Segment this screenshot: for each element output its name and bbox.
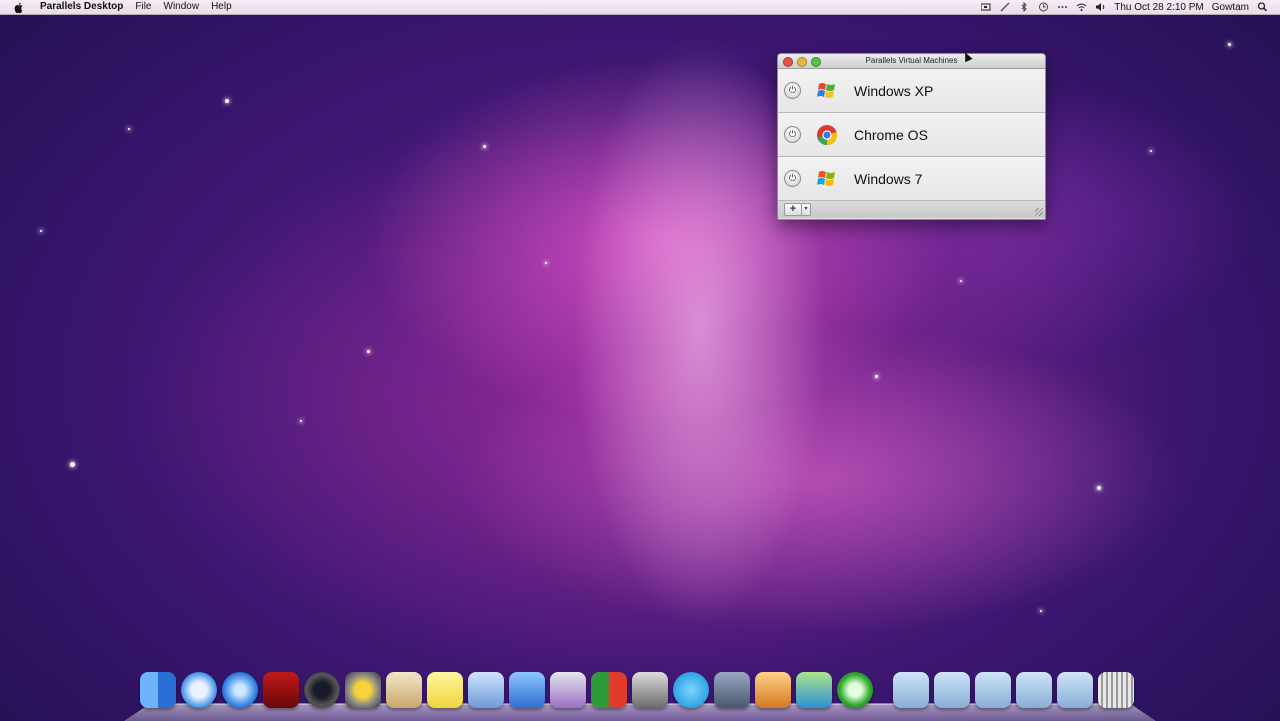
star: [367, 350, 370, 353]
volume-icon[interactable]: [1095, 2, 1106, 12]
windows-7-icon: [817, 170, 835, 186]
documents-folder-icon[interactable]: [975, 672, 1011, 708]
power-icon[interactable]: ⏻: [784, 170, 801, 187]
star: [875, 375, 878, 378]
window-menu[interactable]: Window: [158, 0, 206, 14]
menu-bar: Parallels Desktop File Window Help Thu O…: [0, 0, 1280, 15]
add-vm-menu-button[interactable]: ▾: [802, 203, 811, 216]
vm-row-chrome-os[interactable]: ⏻ Chrome OS: [778, 113, 1045, 157]
star: [960, 280, 962, 282]
star: [300, 420, 302, 422]
skype-icon[interactable]: [673, 672, 709, 708]
itunes-icon[interactable]: [222, 672, 258, 708]
zoom-button[interactable]: [811, 57, 821, 67]
vm-name: Windows XP: [854, 82, 934, 99]
star: [128, 128, 130, 130]
utorrent-icon[interactable]: [837, 672, 873, 708]
stickies-icon[interactable]: [427, 672, 463, 708]
folder-icon[interactable]: [1057, 672, 1093, 708]
imovie-icon[interactable]: [345, 672, 381, 708]
star: [1228, 43, 1231, 46]
window-footer: + ▾: [778, 201, 1045, 218]
wifi-icon[interactable]: [1076, 2, 1087, 12]
vm-name: Chrome OS: [854, 126, 928, 143]
star: [1097, 486, 1101, 490]
parallels-status-icon[interactable]: [980, 2, 992, 12]
help-menu[interactable]: Help: [205, 0, 238, 14]
windows-xp-icon: [817, 82, 835, 98]
photo-booth-icon[interactable]: [263, 672, 299, 708]
trash-icon[interactable]: [1098, 672, 1134, 708]
imac-icon[interactable]: [550, 672, 586, 708]
numbers-icon[interactable]: [796, 672, 832, 708]
sync-icon[interactable]: [1057, 2, 1068, 12]
applications-folder-icon[interactable]: [893, 672, 929, 708]
bluetooth-icon[interactable]: [1019, 1, 1030, 13]
apple-menu-icon[interactable]: [12, 0, 26, 14]
clock[interactable]: Thu Oct 28 2:10 PM: [1114, 2, 1204, 13]
dock: [140, 668, 1134, 708]
star: [225, 99, 229, 103]
xcode-icon[interactable]: [509, 672, 545, 708]
script-editor-icon[interactable]: [714, 672, 750, 708]
star: [70, 462, 75, 467]
window-titlebar[interactable]: Parallels Virtual Machines: [778, 54, 1045, 69]
preview-icon[interactable]: [386, 672, 422, 708]
star: [1150, 150, 1152, 152]
chrome-icon: [817, 124, 838, 145]
minimize-button[interactable]: [797, 57, 807, 67]
finder-icon[interactable]: [140, 672, 176, 708]
camera-icon[interactable]: [304, 672, 340, 708]
vm-row-windows-xp[interactable]: ⏻ Windows XP: [778, 69, 1045, 113]
vm-name: Windows 7: [854, 170, 923, 187]
movie-icon[interactable]: [632, 672, 668, 708]
script-icon[interactable]: [1000, 2, 1011, 12]
keynote-icon[interactable]: [755, 672, 791, 708]
spotlight-icon[interactable]: [1257, 2, 1268, 12]
star: [545, 262, 547, 264]
add-vm-button[interactable]: +: [784, 203, 802, 216]
user-menu[interactable]: Gowtam: [1212, 2, 1249, 13]
parallels-vm-window: Parallels Virtual Machines ⏻ Windows XP …: [777, 53, 1046, 220]
close-button[interactable]: [783, 57, 793, 67]
vm-row-windows-7[interactable]: ⏻ Windows 7: [778, 157, 1045, 201]
window-title: Parallels Virtual Machines: [865, 56, 958, 65]
star: [40, 230, 42, 232]
safari-icon[interactable]: [181, 672, 217, 708]
power-icon[interactable]: ⏻: [784, 126, 801, 143]
time-machine-icon[interactable]: [1038, 2, 1049, 12]
folder-icon[interactable]: [1016, 672, 1052, 708]
parallels-icon[interactable]: [591, 672, 627, 708]
downloads-folder-icon[interactable]: [934, 672, 970, 708]
app-menu[interactable]: Parallels Desktop: [34, 0, 129, 14]
star: [483, 145, 486, 148]
file-menu[interactable]: File: [129, 0, 157, 14]
resize-handle[interactable]: [1035, 208, 1043, 216]
power-icon[interactable]: ⏻: [784, 82, 801, 99]
star: [1040, 610, 1042, 612]
mail-icon[interactable]: [468, 672, 504, 708]
